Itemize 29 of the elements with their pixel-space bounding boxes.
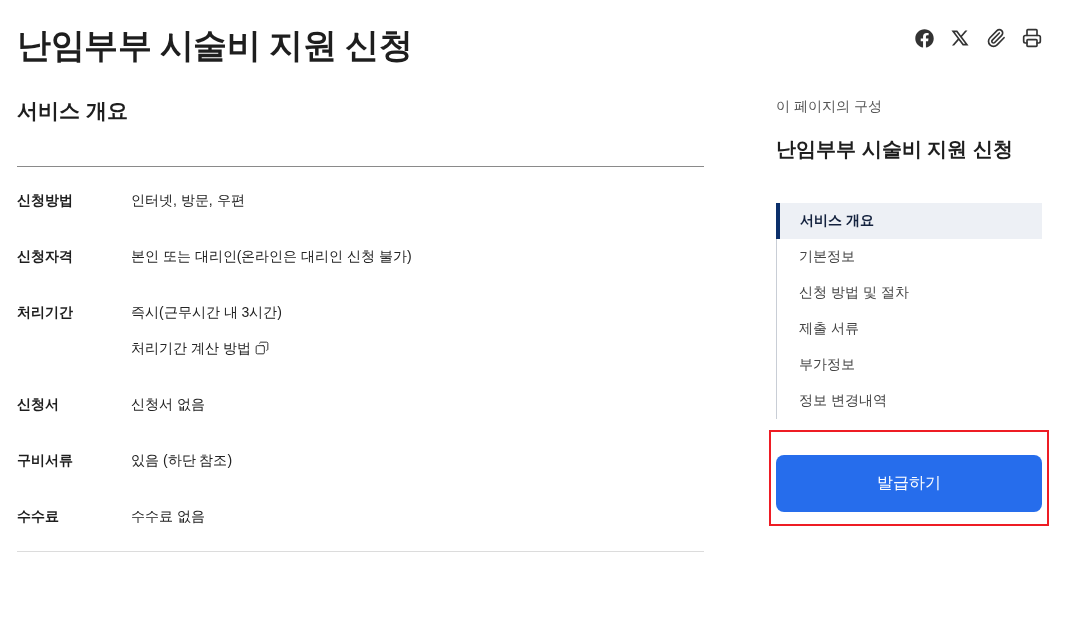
field-label: 신청방법	[17, 191, 74, 210]
print-icon[interactable]	[1022, 28, 1042, 48]
toc-item[interactable]: 제출 서류	[777, 311, 1042, 347]
field-value: 수수료 없음	[131, 507, 205, 526]
field-label: 수수료	[17, 507, 60, 526]
paperclip-icon[interactable]	[986, 28, 1006, 48]
field-label: 처리기간	[17, 303, 74, 322]
toc-item[interactable]: 부가정보	[777, 347, 1042, 383]
field-value: 신청서 없음	[131, 395, 205, 414]
field-label: 신청서	[17, 395, 60, 414]
toc-item[interactable]: 서비스 개요	[776, 203, 1042, 239]
field-value: 본인 또는 대리인(온라인은 대리인 신청 불가)	[131, 247, 412, 266]
field-label: 구비서류	[17, 451, 74, 470]
toc-caption: 이 페이지의 구성	[776, 97, 883, 116]
toc-item[interactable]: 신청 방법 및 절차	[777, 275, 1042, 311]
copy-icon	[254, 341, 269, 355]
field-value: 인터넷, 방문, 우편	[131, 191, 245, 210]
calculation-link[interactable]: 처리기간 계산 방법	[131, 337, 269, 359]
field-label: 신청자격	[17, 247, 74, 266]
toc-title: 난임부부 시술비 지원 신청	[776, 137, 1014, 162]
field-value: 즉시(근무시간 내 3시간)	[131, 303, 282, 322]
toc-item[interactable]: 정보 변경내역	[777, 383, 1042, 419]
field-value: 있음 (하단 참조)	[131, 451, 233, 470]
page-title: 난임부부 시술비 지원 신청	[17, 25, 414, 66]
issue-button[interactable]: 발급하기	[776, 455, 1042, 512]
section-heading: 서비스 개요	[17, 98, 129, 124]
toc-item[interactable]: 기본정보	[777, 239, 1042, 275]
x-logo-icon[interactable]	[950, 28, 970, 48]
facebook-icon[interactable]	[914, 28, 934, 48]
